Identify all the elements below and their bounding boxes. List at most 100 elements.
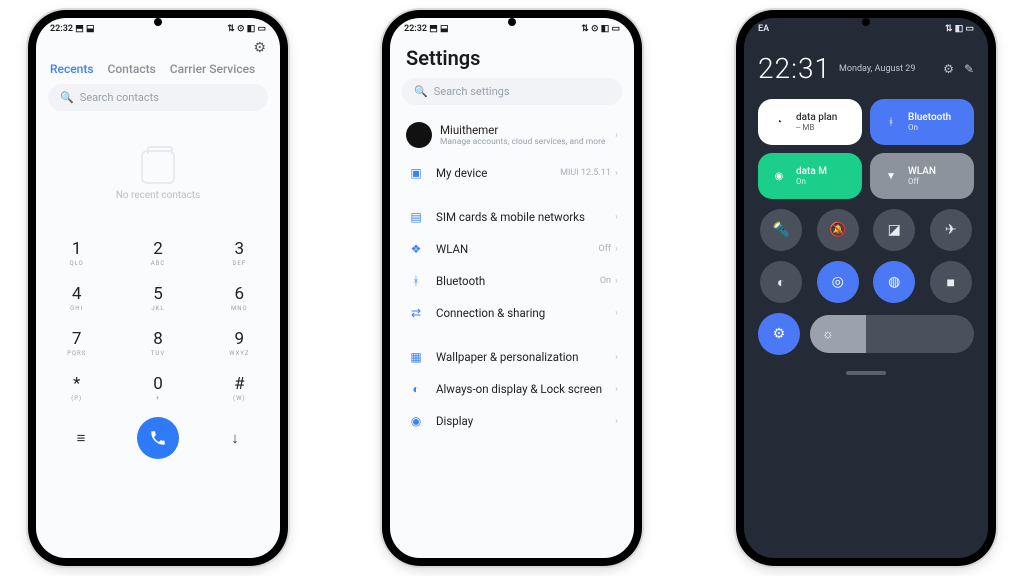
tile-sub: -- MB (796, 123, 837, 132)
key-letters: PQRS (36, 350, 117, 357)
search-settings[interactable]: 🔍 Search settings (402, 78, 622, 105)
row-label: Wallpaper & personalization (436, 350, 615, 364)
key-*[interactable]: *(P) (36, 366, 117, 411)
tab-carrier[interactable]: Carrier Services (170, 62, 255, 76)
key-digit: 1 (36, 239, 117, 259)
tile-data-plan[interactable]: ◔data plan-- MB (758, 99, 862, 145)
row-trail: Off › (599, 244, 618, 255)
collapse-button[interactable]: ↓ (221, 424, 249, 452)
search-contacts[interactable]: 🔍 Search contacts (48, 84, 268, 111)
settings-row[interactable]: ❖WLANOff › (402, 233, 622, 265)
tile-icon: ◉ (770, 167, 788, 185)
key-0[interactable]: 0+ (117, 366, 198, 411)
toggle-button[interactable]: ✈ (930, 209, 972, 251)
toggle-button[interactable]: ◪ (873, 209, 915, 251)
account-row[interactable]: Miuithemer Manage accounts, cloud servic… (402, 113, 622, 157)
settings-row[interactable]: ᚼBluetoothOn › (402, 265, 622, 297)
control-center: 22:31 Monday, August 29 ⚙ ✎ ◔data plan--… (744, 36, 988, 383)
row-label: SIM cards & mobile networks (436, 210, 615, 224)
key-6[interactable]: 6MNO (199, 276, 280, 321)
key-1[interactable]: 1QLO (36, 231, 117, 276)
chevron-right-icon: › (615, 212, 618, 223)
tile-label: Bluetooth (908, 112, 951, 123)
empty-state: No recent contacts (36, 119, 280, 231)
chevron-right-icon: › (615, 352, 618, 363)
toggle-icon: 🔦 (773, 222, 790, 238)
key-8[interactable]: 8TUV (117, 321, 198, 366)
keypad: 1QLO2ABC3DEF 4GHI5JKL6MNO 7PQRS8TUV9WXYZ *(… (36, 231, 280, 411)
key-digit: * (36, 374, 117, 394)
settings-gear-icon[interactable]: ⚙ (253, 40, 266, 56)
camera-notch (862, 18, 870, 26)
tile-wlan[interactable]: ▼WLANOff (870, 153, 974, 199)
tile-icon: ▼ (882, 167, 900, 185)
phone-settings: 22:32 ⬒ ⬓ ⇅ ⊙ ◧ ▭ Settings 🔍 Search sett… (382, 10, 642, 566)
row-icon: ⇄ (406, 306, 426, 320)
toggle-icon: 🔕 (829, 222, 846, 238)
tile-sub: Off (908, 177, 936, 186)
phone-dialer: 22:32 ⬒ ⬓ ⇅ ⊙ ◧ ▭ ⚙ Recents Contacts Car… (28, 10, 288, 566)
key-letters: ABC (117, 260, 198, 267)
key-letters: DEF (199, 260, 280, 267)
key-letters: GHI (36, 305, 117, 312)
toggle-icon: ■ (947, 274, 955, 291)
settings-icon[interactable]: ⚙ (943, 62, 954, 76)
toggle-button[interactable]: 🔕 (817, 209, 859, 251)
toggle-button[interactable]: ◎ (817, 261, 859, 303)
key-7[interactable]: 7PQRS (36, 321, 117, 366)
toggle-button[interactable]: 🔦 (760, 209, 802, 251)
empty-text: No recent contacts (116, 190, 201, 201)
row-trail: › (615, 308, 618, 319)
key-letters: WXYZ (199, 350, 280, 357)
tile-sub: On (796, 177, 827, 186)
menu-button[interactable]: ≡ (67, 424, 95, 452)
tile-data-m[interactable]: ◉data MOn (758, 153, 862, 199)
brightness-slider[interactable]: ☼ (810, 315, 974, 353)
edit-icon[interactable]: ✎ (964, 62, 974, 76)
search-icon: 🔍 (414, 85, 428, 98)
row-trail: MIUI 12.5.11 › (560, 168, 618, 179)
avatar (406, 122, 432, 148)
key-5[interactable]: 5JKL (117, 276, 198, 321)
key-3[interactable]: 3DEF (199, 231, 280, 276)
key-4[interactable]: 4GHI (36, 276, 117, 321)
extra-toggle[interactable]: ⚙ (758, 313, 800, 355)
page-title: Settings (390, 36, 634, 78)
chevron-right-icon: › (615, 168, 618, 179)
cc-time: 22:31 (758, 52, 831, 85)
toggle-button[interactable]: ◍ (873, 261, 915, 303)
toggle-button[interactable]: ■ (930, 261, 972, 303)
camera-notch (508, 18, 516, 26)
key-#[interactable]: #(W) (199, 366, 280, 411)
toggle-icon: ◐ (777, 274, 785, 291)
call-button[interactable] (137, 417, 179, 459)
settings-row[interactable]: ▣My deviceMIUI 12.5.11 › (402, 157, 622, 189)
status-right-icons: ⇅ ◧ ▭ (945, 24, 974, 34)
cc-date: Monday, August 29 (839, 64, 915, 74)
slider-fill (810, 315, 866, 353)
brightness-icon: ☼ (822, 326, 834, 342)
key-2[interactable]: 2ABC (117, 231, 198, 276)
toggle-icon: ◍ (888, 274, 900, 290)
tile-bluetooth[interactable]: ᚼBluetoothOn (870, 99, 974, 145)
key-letters: JKL (117, 305, 198, 312)
cc-row-2: ◐ ◎ ◍ ■ (758, 261, 974, 303)
settings-row[interactable]: ◐Always-on display & Lock screen › (402, 373, 622, 405)
settings-row[interactable]: ▦Wallpaper & personalization › (402, 341, 622, 373)
row-icon: ᚼ (406, 274, 426, 288)
cc-row-1: 🔦 🔕 ◪ ✈ (758, 209, 974, 251)
settings-row[interactable]: ▤SIM cards & mobile networks › (402, 201, 622, 233)
tile-sub: On (908, 123, 951, 132)
toggle-button[interactable]: ◐ (760, 261, 802, 303)
key-letters: TUV (117, 350, 198, 357)
settings-row[interactable]: ◉Display › (402, 405, 622, 437)
drag-handle[interactable] (846, 371, 886, 375)
key-9[interactable]: 9WXYZ (199, 321, 280, 366)
phone-control-center: EA ⇅ ◧ ▭ 22:31 Monday, August 29 ⚙ ✎ ◔da… (736, 10, 996, 566)
row-icon: ◐ (406, 382, 426, 396)
status-time: 22:32 (404, 24, 427, 34)
key-letters: QLO (36, 260, 117, 267)
settings-row[interactable]: ⇄Connection & sharing › (402, 297, 622, 329)
tab-contacts[interactable]: Contacts (108, 62, 156, 76)
tab-recents[interactable]: Recents (50, 62, 94, 76)
